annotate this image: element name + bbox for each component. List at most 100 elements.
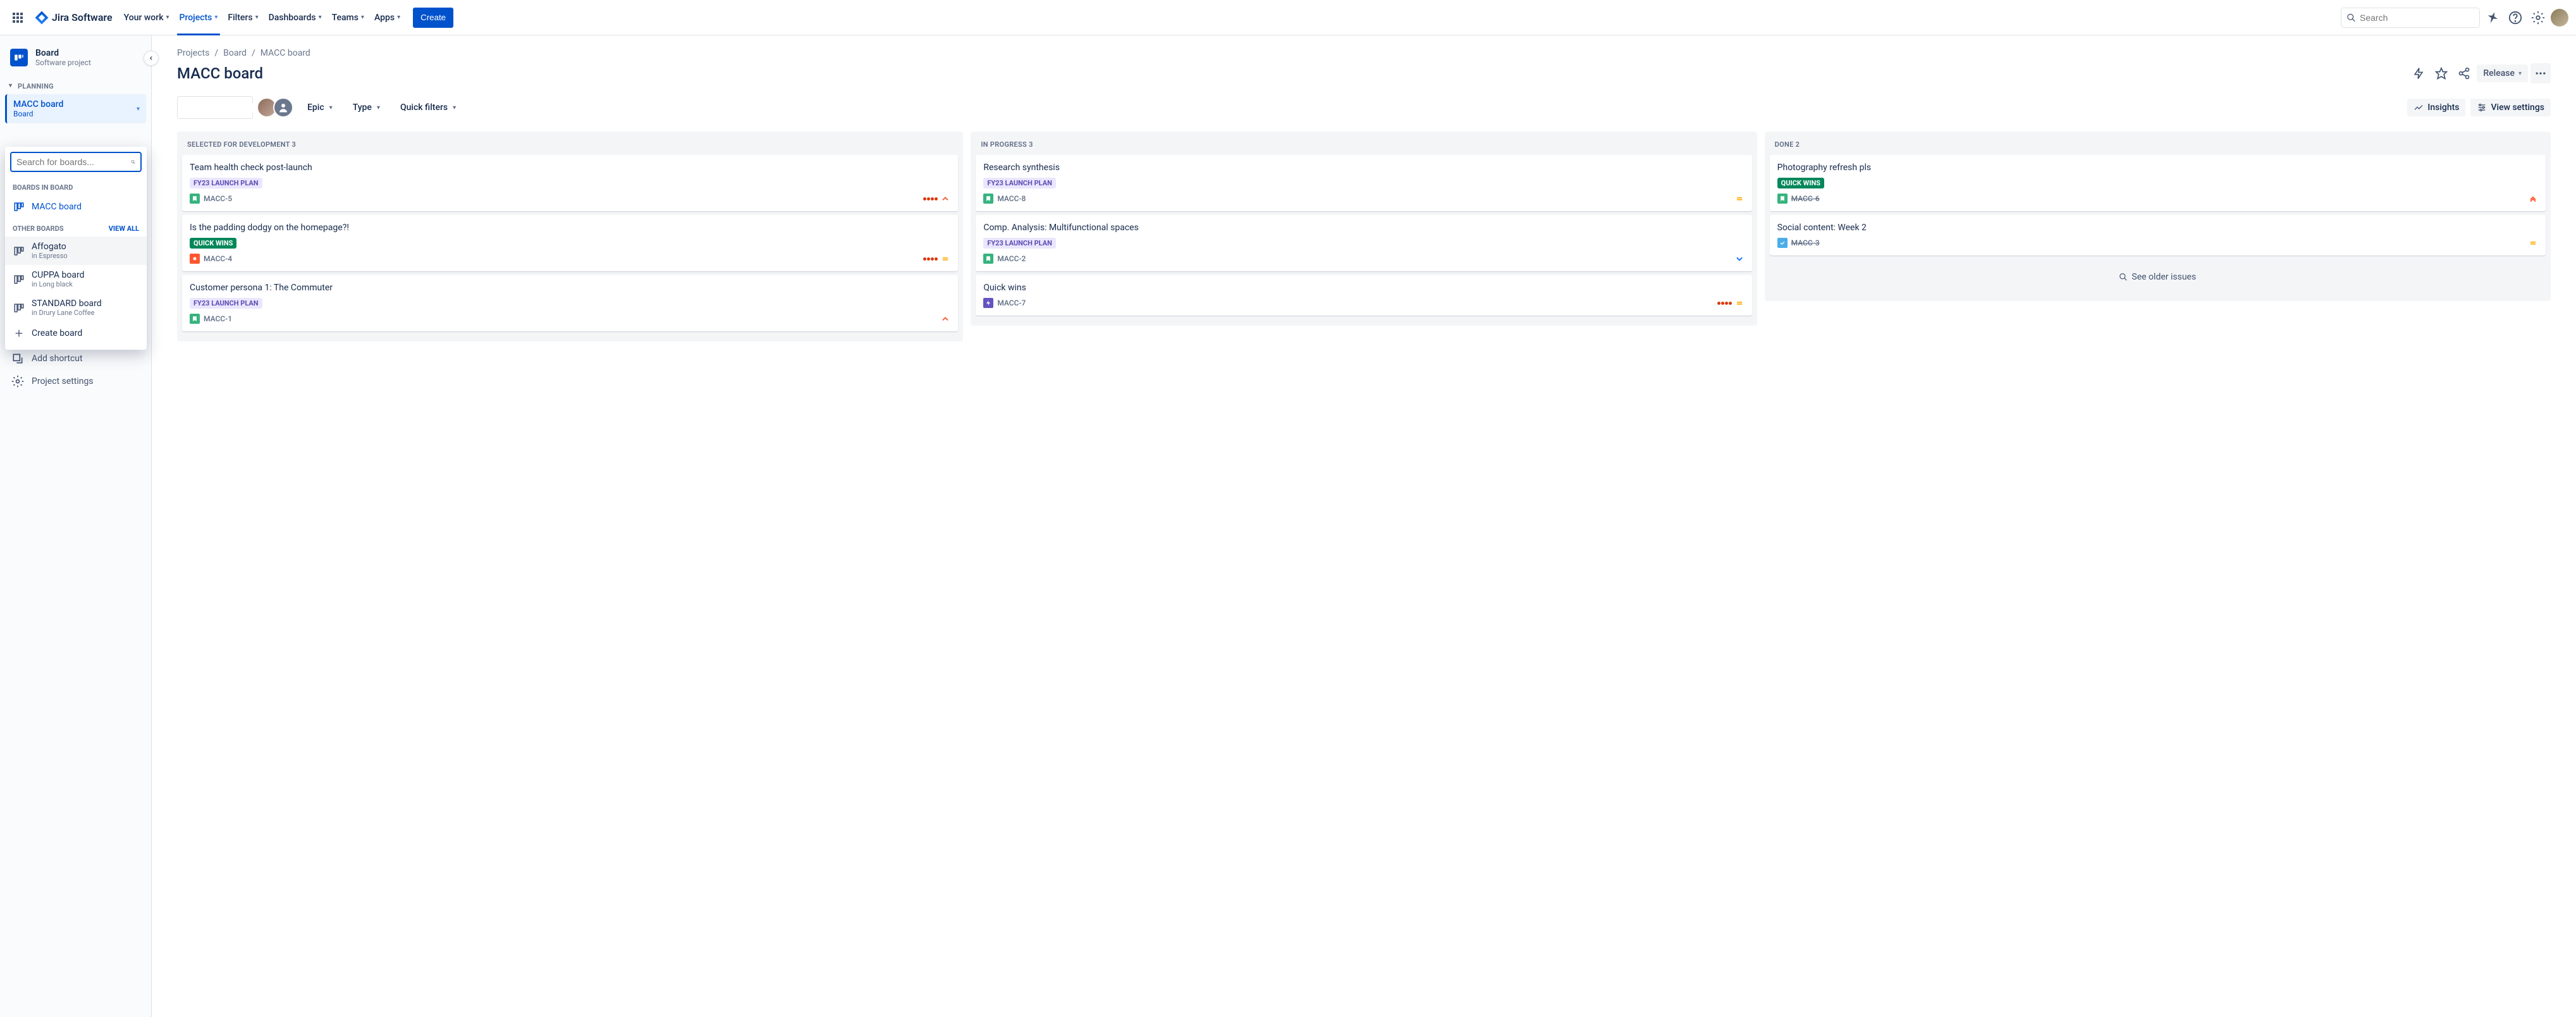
help-icon[interactable] [2505, 8, 2525, 28]
story-icon [190, 314, 200, 324]
nav-filters[interactable]: Filters▾ [223, 8, 263, 28]
epic-filter[interactable]: Epic▾ [301, 99, 339, 116]
top-nav: Jira Software Your work▾Projects▾Filters… [0, 0, 2576, 35]
kanban-board: SELECTED FOR DEVELOPMENT 3Team health ch… [177, 132, 2551, 342]
dropdown-current-board[interactable]: MACC board [5, 195, 147, 218]
search-icon [2346, 13, 2356, 23]
app-switcher-icon[interactable] [8, 8, 28, 28]
card-title: Team health check post-launch [190, 163, 950, 173]
board-search[interactable] [10, 152, 142, 172]
nav-projects[interactable]: Projects▾ [175, 8, 223, 28]
story-icon [1777, 194, 1788, 204]
planning-section-label[interactable]: PLANNING [5, 77, 146, 93]
nav-apps[interactable]: Apps▾ [369, 8, 405, 28]
issue-card[interactable]: Social content: Week 2 MACC-3 [1770, 215, 2546, 256]
column-header: IN PROGRESS 3 [976, 138, 1751, 155]
task-icon [1777, 238, 1788, 248]
issue-card[interactable]: Customer persona 1: The CommuterFY23 LAU… [182, 275, 958, 331]
crumb-projects[interactable]: Projects [177, 48, 209, 58]
create-board-item[interactable]: Create board [5, 322, 147, 345]
create-button[interactable]: Create [413, 8, 453, 28]
issue-card[interactable]: Photography refresh plsQUICK WINSMACC-6 [1770, 155, 2546, 211]
epic-icon [983, 298, 993, 308]
view-all-boards-link[interactable]: VIEW ALL [109, 225, 139, 233]
notifications-icon[interactable] [2482, 8, 2503, 28]
jira-logo[interactable]: Jira Software [30, 10, 116, 25]
board-icon [13, 200, 25, 213]
more-actions-icon[interactable] [2530, 63, 2551, 83]
nav-dashboards[interactable]: Dashboards▾ [264, 8, 327, 28]
nav-teams[interactable]: Teams▾ [327, 8, 369, 28]
card-title: Research synthesis [983, 163, 1744, 173]
shortcut-icon [11, 352, 24, 365]
board-selector[interactable]: MACC board Board ▾ [5, 94, 146, 123]
story-icon [983, 254, 993, 264]
settings-icon[interactable] [2528, 8, 2548, 28]
issue-card[interactable]: Quick winsMACC-7 [976, 275, 1751, 316]
project-name: Board [35, 48, 91, 58]
board-column: SELECTED FOR DEVELOPMENT 3Team health ch… [177, 132, 963, 342]
chevron-down-icon: ▾ [2518, 70, 2522, 77]
assignee-filter[interactable] [261, 97, 293, 118]
board-icon [13, 245, 25, 257]
release-button[interactable]: Release▾ [2477, 65, 2528, 82]
user-avatar[interactable] [2551, 9, 2568, 27]
board-search-input[interactable] [16, 157, 131, 167]
view-settings-button[interactable]: View settings [2470, 99, 2551, 116]
epic-tag: QUICK WINS [190, 238, 236, 249]
insights-icon [2413, 102, 2424, 113]
card-title: Social content: Week 2 [1777, 223, 2538, 233]
boards-in-project-header: BOARDS IN BOARD [5, 177, 147, 195]
dropdown-board-item[interactable]: STANDARD boardin Drury Lane Coffee [5, 293, 147, 322]
board-column: IN PROGRESS 3Research synthesisFY23 LAUN… [971, 132, 1757, 326]
crumb-current[interactable]: MACC board [261, 48, 310, 58]
issue-key: MACC-2 [997, 254, 1026, 263]
board-icon [13, 273, 25, 286]
issue-card[interactable]: Comp. Analysis: Multifunctional spacesFY… [976, 215, 1751, 271]
breadcrumb: Projects/ Board/ MACC board [177, 48, 2551, 58]
sidebar-collapse-button[interactable] [144, 51, 159, 66]
crumb-board[interactable]: Board [223, 48, 247, 58]
issue-key: MACC-5 [204, 194, 232, 203]
type-filter[interactable]: Type▾ [347, 99, 386, 116]
nav-your-work[interactable]: Your work▾ [119, 8, 175, 28]
insights-button[interactable]: Insights [2407, 99, 2465, 116]
dropdown-board-item[interactable]: Affogatoin Espresso [5, 237, 147, 265]
project-icon [10, 49, 28, 66]
logo-text: Jira Software [52, 11, 113, 23]
board-selector-type: Board [13, 109, 63, 118]
epic-tag: FY23 LAUNCH PLAN [190, 298, 262, 309]
global-search[interactable] [2341, 8, 2480, 28]
board-selector-name: MACC board [13, 99, 63, 109]
share-icon[interactable] [2454, 63, 2474, 83]
star-icon[interactable] [2431, 63, 2451, 83]
column-header: DONE 2 [1770, 138, 2546, 155]
priority-icon [2528, 238, 2538, 248]
issue-card[interactable]: Team health check post-launch FY23 LAUNCH… [182, 155, 958, 211]
board-search[interactable] [177, 96, 253, 119]
search-icon [2119, 273, 2128, 281]
sprint-dots [1717, 302, 1732, 305]
sidebar-add-shortcut[interactable]: Add shortcut [5, 347, 146, 370]
automation-icon[interactable] [2408, 63, 2429, 83]
story-icon [983, 194, 993, 204]
sidebar-project-settings[interactable]: Project settings [5, 370, 146, 393]
see-older-issues[interactable]: See older issues [1770, 259, 2546, 295]
dropdown-board-item[interactable]: CUPPA boardin Long black [5, 265, 147, 293]
quick-filters[interactable]: Quick filters▾ [394, 99, 462, 116]
global-search-input[interactable] [2360, 13, 2474, 23]
issue-card[interactable]: Research synthesisFY23 LAUNCH PLANMACC-8 [976, 155, 1751, 211]
issue-key: MACC-3 [1791, 238, 1820, 247]
epic-tag: FY23 LAUNCH PLAN [983, 238, 1056, 249]
unassigned-avatar[interactable] [273, 97, 293, 118]
epic-tag: QUICK WINS [1777, 178, 1824, 188]
issue-card[interactable]: Is the padding dodgy on the homepage?!QU… [182, 215, 958, 271]
chevron-down-icon: ▾ [214, 14, 218, 21]
chevron-down-icon: ▾ [137, 106, 140, 113]
priority-icon [1734, 194, 1745, 204]
other-boards-header: OTHER BOARDS VIEW ALL [5, 218, 147, 237]
issue-key: MACC-7 [997, 299, 1026, 307]
sliders-icon [2477, 102, 2487, 113]
epic-tag: FY23 LAUNCH PLAN [190, 178, 262, 188]
plus-icon [13, 327, 25, 340]
